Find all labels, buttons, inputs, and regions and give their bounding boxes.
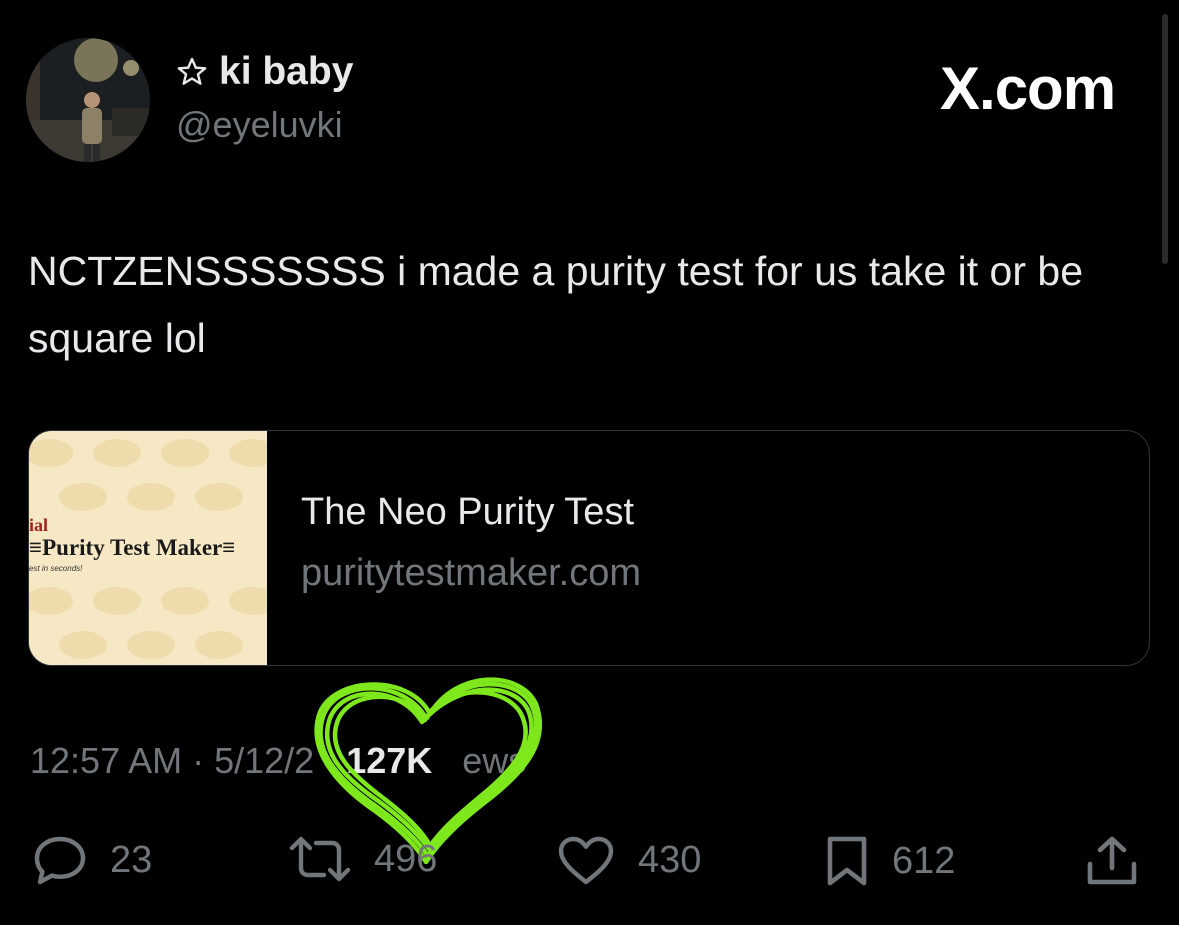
like-count: 430 bbox=[638, 838, 702, 881]
outline-star-icon bbox=[175, 55, 209, 89]
avatar[interactable] bbox=[26, 38, 150, 162]
share-icon bbox=[1087, 836, 1137, 885]
x-com-watermark: X.com bbox=[940, 55, 1116, 122]
tweet-text: NCTZENSSSSSSS i made a purity test for u… bbox=[28, 248, 1084, 361]
reply-icon bbox=[34, 836, 86, 885]
author-name-row[interactable]: ki baby bbox=[175, 50, 353, 94]
thumbnail-title: ≡Purity Test Maker≡ bbox=[29, 535, 236, 560]
reply-count: 23 bbox=[110, 838, 153, 881]
reply-button[interactable]: 23 bbox=[32, 834, 152, 886]
link-card[interactable]: ial ≡Purity Test Maker≡ est in seconds! … bbox=[28, 430, 1150, 666]
repost-count: 496 bbox=[374, 837, 438, 880]
bookmark-count: 612 bbox=[892, 839, 956, 882]
heart-icon bbox=[558, 836, 614, 885]
link-card-body[interactable]: The Neo Purity Test puritytestmaker.com bbox=[267, 431, 641, 665]
bookmark-icon bbox=[827, 836, 867, 886]
thumbnail-subtitle: est in seconds! bbox=[29, 564, 83, 573]
link-card-title: The Neo Purity Test bbox=[301, 491, 635, 533]
meta-separator: · bbox=[182, 740, 215, 781]
link-card-domain: puritytestmaker.com bbox=[301, 552, 641, 594]
like-button[interactable]: 430 bbox=[556, 834, 701, 886]
tweet-time[interactable]: 12:57 AM bbox=[30, 740, 182, 781]
repost-button[interactable]: 496 bbox=[288, 834, 437, 884]
share-button[interactable] bbox=[1084, 834, 1140, 888]
bookmark-button[interactable]: 612 bbox=[824, 834, 955, 888]
author-handle[interactable]: @eyeluvki bbox=[176, 104, 343, 146]
scrollbar[interactable] bbox=[1162, 14, 1168, 264]
link-card-thumbnail: ial ≡Purity Test Maker≡ est in seconds! bbox=[29, 431, 267, 665]
repost-icon bbox=[289, 836, 351, 882]
thumbnail-red-text: ial bbox=[29, 515, 49, 535]
author-display-name: ki baby bbox=[219, 50, 354, 93]
